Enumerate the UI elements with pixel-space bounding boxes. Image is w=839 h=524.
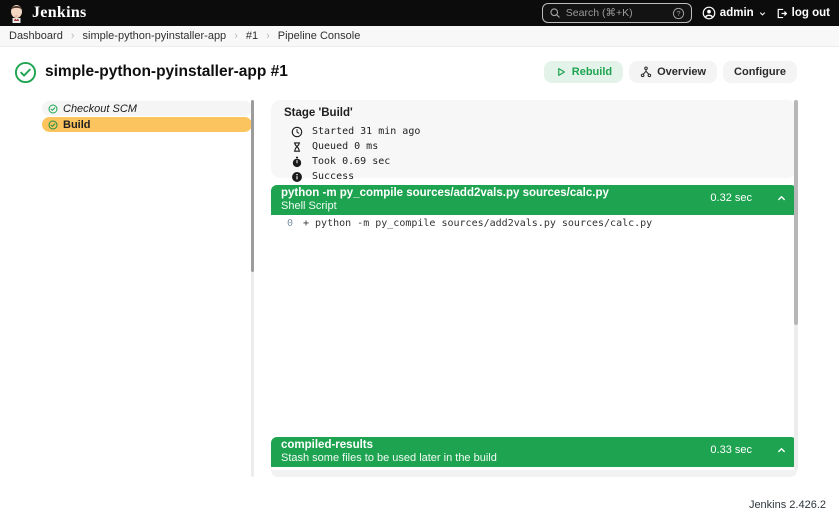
rebuild-label: Rebuild: [572, 66, 612, 78]
overview-label: Overview: [657, 66, 706, 78]
breadcrumb: Dashboard simple-python-pyinstaller-app …: [0, 26, 839, 47]
user-avatar-icon: [702, 6, 716, 20]
step-subtitle: Shell Script: [281, 200, 609, 212]
step-duration: 0.32 sec: [710, 192, 752, 204]
stage-label: Checkout SCM: [63, 103, 137, 115]
panel-bottom-edge: [271, 470, 797, 477]
hourglass-icon: [291, 141, 303, 153]
stage-list: Checkout SCM Build: [42, 101, 252, 132]
breadcrumb-dashboard[interactable]: Dashboard: [9, 30, 83, 42]
configure-button[interactable]: Configure: [723, 61, 797, 83]
search-help-icon[interactable]: ?: [672, 7, 685, 20]
scrollbar-thumb[interactable]: [794, 100, 798, 325]
jenkins-butler-logo-icon[interactable]: [9, 3, 24, 23]
stage-result-row: Success: [284, 169, 784, 184]
log-line-text: + python -m py_compile sources/add2vals.…: [303, 218, 652, 229]
brand-title[interactable]: Jenkins: [32, 4, 87, 22]
page-title: simple-python-pyinstaller-app #1: [45, 63, 288, 81]
step-subtitle: Stash some files to be used later in the…: [281, 452, 497, 464]
stage-queued-text: Queued 0 ms: [312, 141, 378, 152]
stage-success-icon: [48, 120, 58, 130]
stage-took-text: Took 0.69 sec: [312, 156, 390, 167]
step-header[interactable]: python -m py_compile sources/add2vals.py…: [271, 185, 797, 215]
action-buttons: Rebuild Overview Configure: [544, 61, 797, 83]
stage-item-build[interactable]: Build: [42, 117, 252, 132]
stage-success-icon: [48, 104, 58, 114]
logout-button[interactable]: log out: [775, 7, 830, 20]
title-row: simple-python-pyinstaller-app #1 Rebuild…: [14, 59, 797, 85]
chevron-down-icon: [758, 9, 767, 18]
step-shell-script: python -m py_compile sources/add2vals.py…: [271, 185, 797, 229]
step-header[interactable]: compiled-results Stash some files to be …: [271, 437, 797, 467]
scrollbar-thumb[interactable]: [251, 100, 254, 272]
stage-summary-card: Stage 'Build' Started 31 min ago Queued …: [271, 100, 797, 178]
play-icon: [555, 66, 567, 78]
overview-button[interactable]: Overview: [629, 61, 717, 83]
jenkins-pipeline-console-page: Jenkins ? admin log out: [0, 0, 839, 524]
step-duration: 0.33 sec: [710, 444, 752, 456]
user-name: admin: [720, 7, 754, 19]
search-box[interactable]: ?: [542, 3, 692, 23]
stage-queued-row: Queued 0 ms: [284, 139, 784, 154]
build-success-icon: [14, 61, 37, 84]
info-icon: [291, 171, 303, 183]
stage-item-checkout-scm[interactable]: Checkout SCM: [42, 101, 252, 116]
step-title: python -m py_compile sources/add2vals.py…: [281, 187, 609, 200]
logout-label: log out: [792, 7, 830, 19]
stage-started-text: Started 31 min ago: [312, 126, 420, 137]
stage-started-row: Started 31 min ago: [284, 124, 784, 139]
search-input[interactable]: [566, 7, 667, 19]
configure-label: Configure: [734, 66, 786, 78]
log-line-number[interactable]: 0: [271, 218, 293, 229]
stage-result-text: Success: [312, 171, 354, 182]
jenkins-version-label: Jenkins 2.426.2: [749, 499, 826, 511]
chevron-up-icon[interactable]: [776, 193, 787, 204]
stage-took-row: Took 0.69 sec: [284, 154, 784, 169]
search-icon: [549, 7, 561, 19]
svg-text:?: ?: [676, 8, 680, 17]
clock-icon: [291, 126, 303, 138]
step-title: compiled-results: [281, 439, 497, 452]
breadcrumb-job[interactable]: simple-python-pyinstaller-app: [83, 30, 246, 42]
breadcrumb-build-number[interactable]: #1: [246, 30, 278, 42]
stage-label: Build: [63, 119, 91, 131]
top-bar: Jenkins ? admin log out: [0, 0, 839, 26]
console-log-line: 0 + python -m py_compile sources/add2val…: [271, 215, 797, 229]
stage-list-scrollbar[interactable]: [251, 100, 254, 477]
breadcrumb-pipeline-console[interactable]: Pipeline Console: [278, 30, 361, 42]
pipeline-graph-icon: [640, 66, 652, 78]
stopwatch-icon: [291, 156, 303, 168]
stage-heading: Stage 'Build': [284, 107, 784, 119]
user-menu[interactable]: admin: [702, 6, 767, 20]
rebuild-button[interactable]: Rebuild: [544, 61, 623, 83]
stage-console-panel: Stage 'Build' Started 31 min ago Queued …: [271, 96, 797, 477]
logout-icon: [775, 7, 788, 20]
chevron-up-icon[interactable]: [776, 445, 787, 456]
console-scrollbar[interactable]: [794, 100, 798, 470]
